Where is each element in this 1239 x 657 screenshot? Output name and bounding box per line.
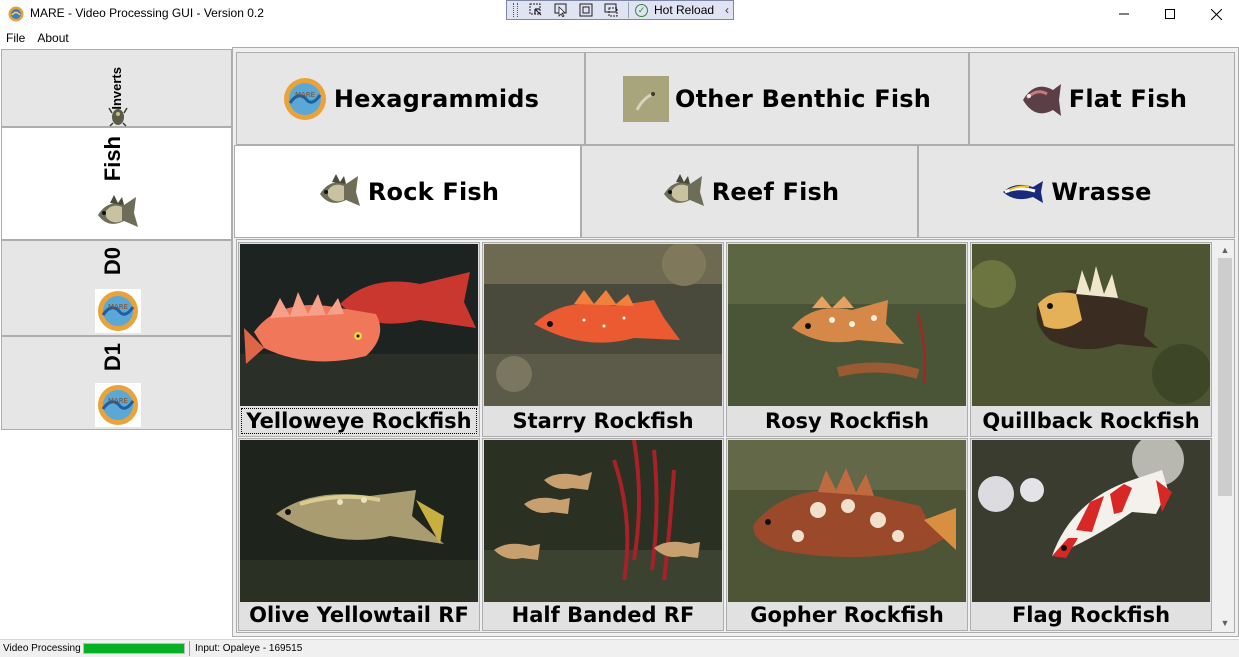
mare-logo-icon: MARE xyxy=(95,383,141,427)
species-label: Half Banded RF xyxy=(511,603,695,627)
species-tile-rosy-rockfish[interactable]: Rosy Rockfish xyxy=(726,242,968,437)
flag-rockfish-photo xyxy=(972,440,1210,602)
close-button[interactable] xyxy=(1193,0,1239,28)
toolbar-separator xyxy=(628,2,629,18)
sidebar-item-fish[interactable]: Fish xyxy=(1,127,232,240)
species-tile-olive-yellowtail-rf[interactable]: Olive Yellowtail RF xyxy=(238,438,480,631)
track-focus-icon[interactable] xyxy=(600,1,622,19)
species-tile-gopher-rockfish[interactable]: Gopher Rockfish xyxy=(726,438,968,631)
category-wrasse[interactable]: Wrasse xyxy=(918,145,1235,238)
species-label: Starry Rockfish xyxy=(512,409,694,433)
close-icon xyxy=(1210,8,1222,20)
progress-bar xyxy=(83,643,185,654)
wrasse-icon xyxy=(1003,180,1044,203)
sidebar: Inverts Fish D0 MARE D1 MARE xyxy=(0,48,232,430)
menu-file[interactable]: File xyxy=(0,29,31,47)
sidebar-item-label: D0 xyxy=(100,247,125,276)
fish-icon xyxy=(98,195,138,227)
cursor-icon[interactable] xyxy=(550,1,572,19)
starry-rockfish-photo xyxy=(484,244,722,406)
scrollbar-thumb[interactable] xyxy=(1218,258,1232,496)
mare-logo-icon: MARE xyxy=(95,289,141,333)
scroll-down-icon[interactable]: ▼ xyxy=(1216,614,1234,631)
species-tile-flag-rockfish[interactable]: Flag Rockfish xyxy=(970,438,1212,631)
minimize-button[interactable] xyxy=(1101,0,1147,28)
gopher-rockfish-photo xyxy=(728,440,966,602)
debug-toolbar: ✓ Hot Reload ‹ xyxy=(506,0,734,20)
species-tile-quillback-rockfish[interactable]: Quillback Rockfish xyxy=(970,242,1212,437)
title-bar[interactable]: MARE - Video Processing GUI - Version 0.… xyxy=(0,0,1239,28)
category-reef-fish[interactable]: Reef Fish xyxy=(581,145,918,238)
maximize-icon xyxy=(1165,9,1175,19)
sidebar-item-d0[interactable]: D0 MARE xyxy=(1,240,232,336)
species-tile-half-banded-rf[interactable]: Half Banded RF xyxy=(482,438,724,631)
category-flat-fish[interactable]: Flat Fish xyxy=(969,52,1235,145)
status-bar: Video Processing Input: Opaleye - 169515 xyxy=(0,639,1239,657)
olive-yellowtail-rf-photo xyxy=(240,440,478,602)
scroll-up-icon[interactable]: ▲ xyxy=(1216,241,1234,258)
svg-text:MARE: MARE xyxy=(108,397,128,405)
svg-text:MARE: MARE xyxy=(295,91,315,99)
maximize-button[interactable] xyxy=(1147,0,1193,28)
hot-reload-label[interactable]: Hot Reload xyxy=(654,3,714,17)
flatfish-icon xyxy=(1022,83,1061,116)
benthic-fish-icon xyxy=(622,75,669,122)
menu-about[interactable]: About xyxy=(31,29,74,47)
category-label: Wrasse xyxy=(1051,177,1152,206)
species-tile-starry-rockfish[interactable]: Starry Rockfish xyxy=(482,242,724,437)
mare-app-icon xyxy=(8,6,24,22)
collapse-chevron-icon[interactable]: ‹ xyxy=(725,3,729,17)
app-window: MARE - Video Processing GUI - Version 0.… xyxy=(0,0,1239,657)
rosy-rockfish-photo xyxy=(728,244,966,406)
species-label: Rosy Rockfish xyxy=(764,409,930,433)
hot-reload-check-icon: ✓ xyxy=(635,3,648,17)
quillback-rockfish-photo xyxy=(972,244,1210,406)
minimize-icon xyxy=(1119,13,1129,15)
category-hexagrammids[interactable]: MARE Hexagrammids xyxy=(236,52,585,145)
window-title: MARE - Video Processing GUI - Version 0.… xyxy=(30,6,264,20)
species-label: Gopher Rockfish xyxy=(750,603,944,627)
menu-bar: File About xyxy=(0,29,1239,47)
select-element-icon[interactable] xyxy=(525,1,547,19)
category-label: Reef Fish xyxy=(711,177,840,206)
mare-logo-icon: MARE xyxy=(283,77,326,120)
category-label: Hexagrammids xyxy=(333,84,540,113)
species-label: Yelloweye Rockfish xyxy=(239,406,479,436)
category-label: Other Benthic Fish xyxy=(674,84,932,113)
category-label: Flat Fish xyxy=(1068,84,1188,113)
status-label: Video Processing xyxy=(3,643,81,654)
sidebar-item-inverts[interactable]: Inverts xyxy=(1,49,232,127)
species-label: Quillback Rockfish xyxy=(982,409,1200,433)
status-input: Input: Opaleye - 169515 xyxy=(195,643,303,654)
species-label: Flag Rockfish xyxy=(1011,603,1171,627)
invert-creature-icon xyxy=(108,107,128,127)
category-label: Rock Fish xyxy=(367,177,500,206)
layout-adorner-icon[interactable] xyxy=(575,1,597,19)
svg-text:MARE: MARE xyxy=(108,303,128,311)
toolbar-grip[interactable] xyxy=(513,3,518,17)
sidebar-item-label: D1 xyxy=(100,343,125,372)
category-other-benthic-fish[interactable]: Other Benthic Fish xyxy=(585,52,969,145)
sidebar-item-label: Inverts xyxy=(109,66,124,110)
category-rock-fish[interactable]: Rock Fish xyxy=(234,145,581,238)
yelloweye-rockfish-photo xyxy=(240,244,478,406)
species-tile-yelloweye-rockfish[interactable]: Yelloweye Rockfish xyxy=(238,242,480,437)
sidebar-item-label: Fish xyxy=(100,136,125,182)
half-banded-rf-photo xyxy=(484,440,722,602)
progress-fill xyxy=(84,644,184,653)
species-label: Olive Yellowtail RF xyxy=(249,603,469,627)
reef-fish-icon xyxy=(663,173,704,206)
vertical-scrollbar[interactable]: ▲ ▼ xyxy=(1216,241,1234,631)
status-separator xyxy=(189,641,190,656)
sidebar-item-d1[interactable]: D1 MARE xyxy=(1,336,232,430)
rockfish-icon xyxy=(319,173,360,206)
